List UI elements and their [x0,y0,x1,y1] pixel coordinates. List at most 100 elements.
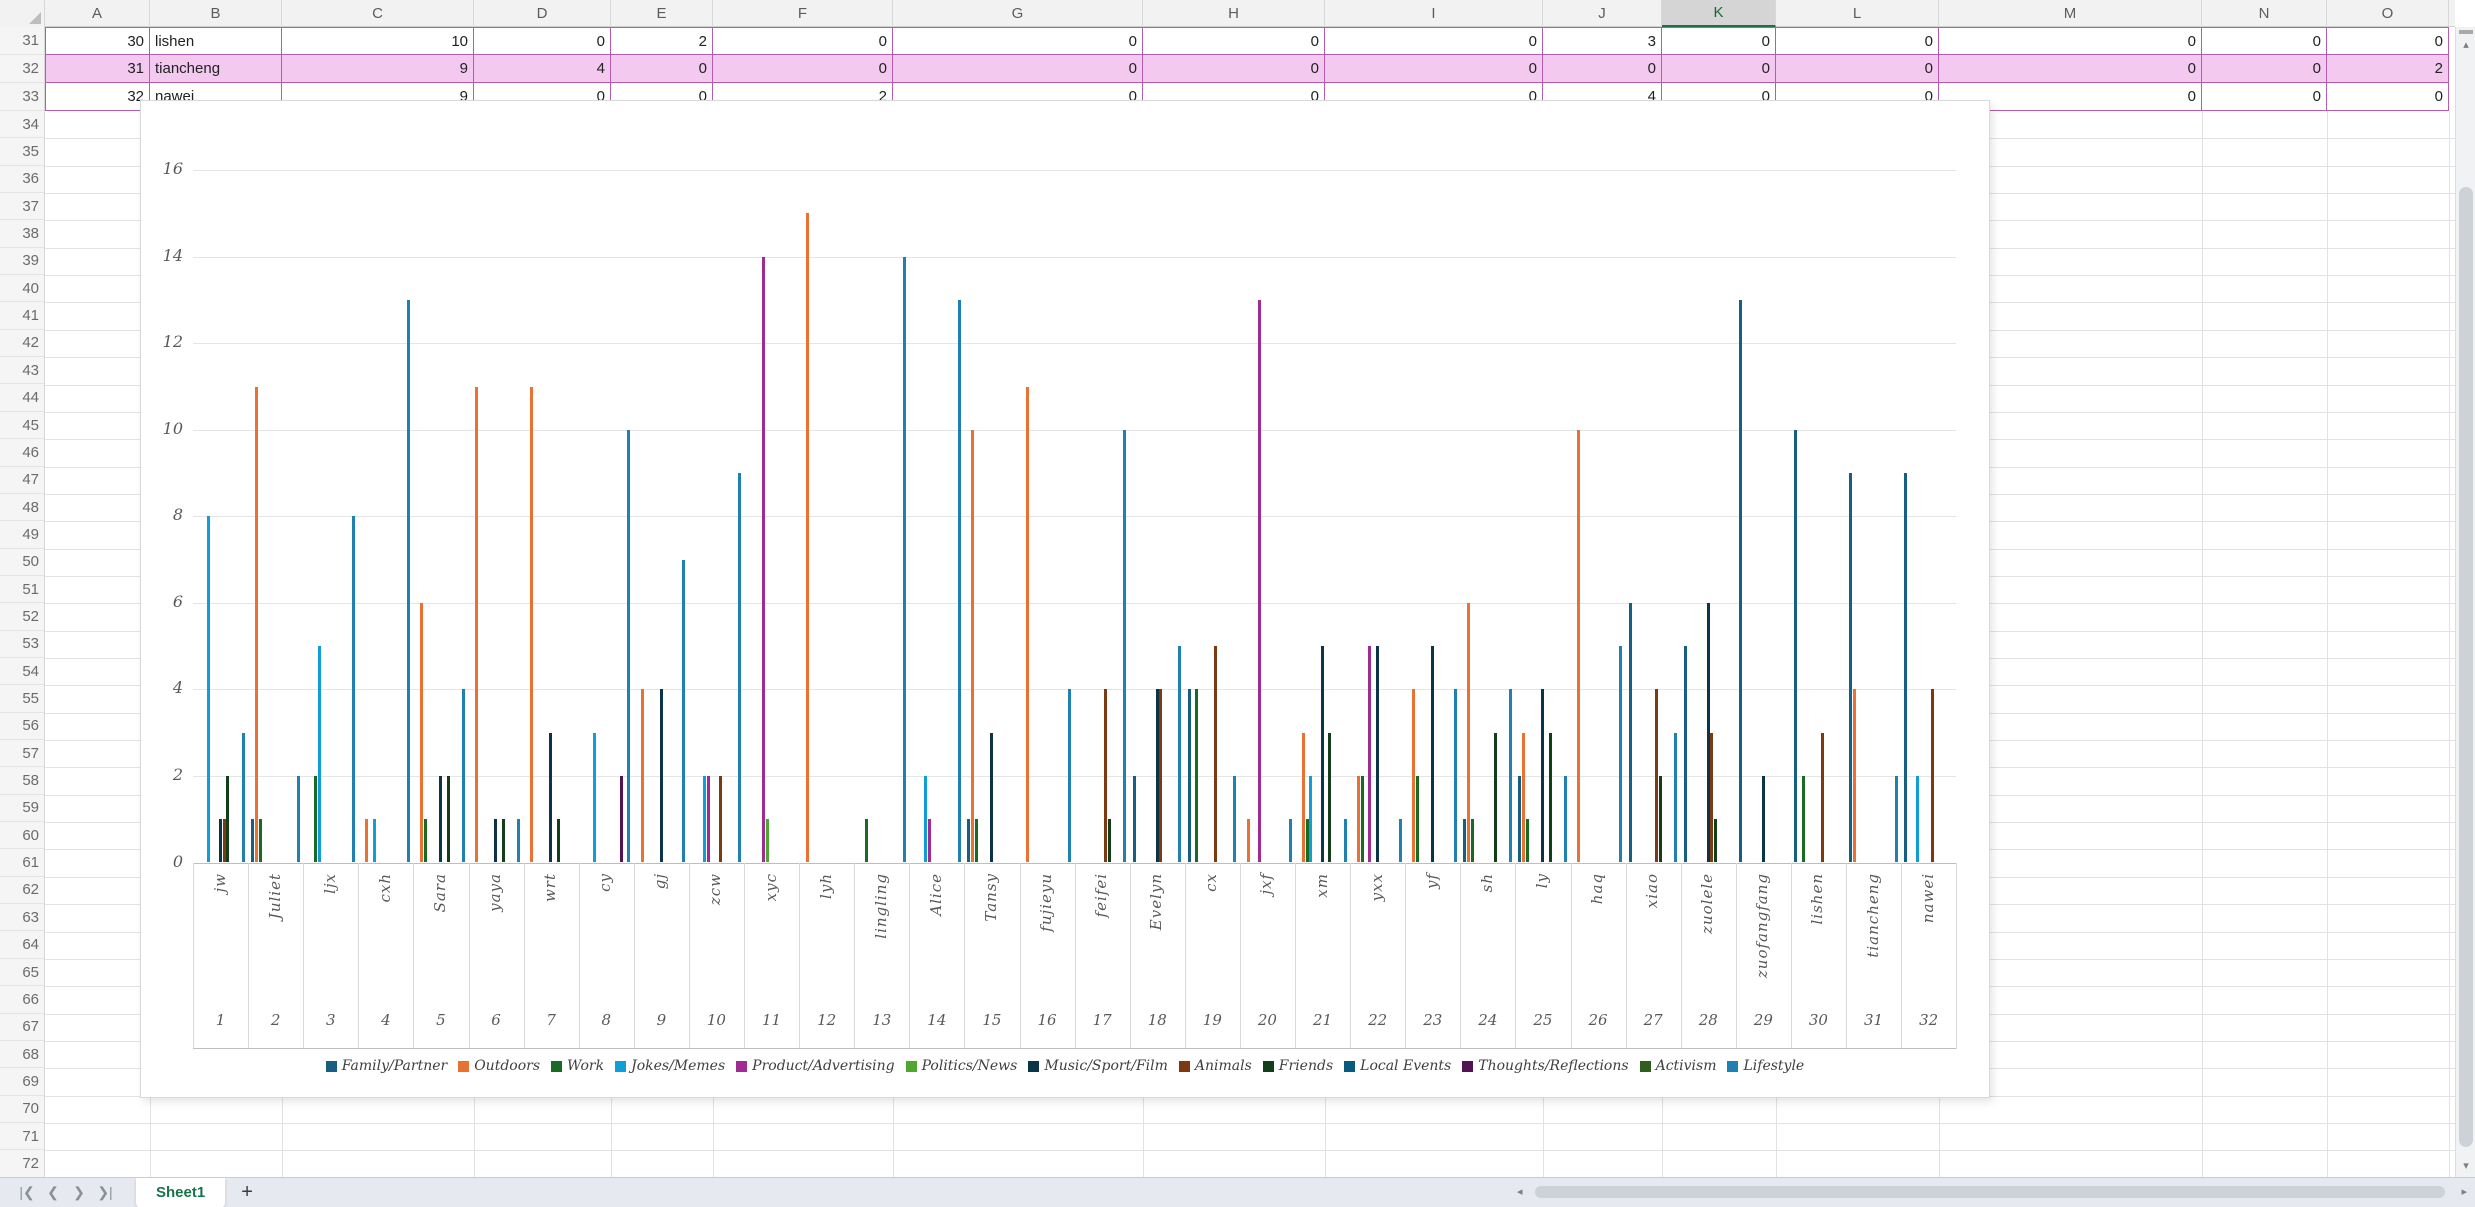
column-header-H[interactable]: H [1143,0,1325,27]
cell-N31[interactable]: 0 [2202,27,2327,55]
bar-Animals-zuolele[interactable] [1710,733,1713,863]
chart-object[interactable]: 0246810121416jw1Juliet2ljx3cxh4Sara5yaya… [140,100,1990,1098]
column-header-M[interactable]: M [1939,0,2202,27]
bar-Outdoors-sh[interactable] [1467,603,1470,863]
legend-item-Friends[interactable]: Friends [1263,1058,1333,1074]
bar-Friends-yaya[interactable] [502,819,505,862]
cell-E31[interactable]: 2 [611,27,713,55]
column-header-F[interactable]: F [713,0,893,27]
scroll-left-icon[interactable]: ◂ [1517,1183,1523,1201]
bar-Lifestyle-yxx[interactable] [1399,819,1402,862]
bar-Family/Partner-xiao[interactable] [1629,603,1632,863]
bar-Family/Partner-tiancheng[interactable] [1849,473,1852,862]
bar-Jokes/Memes-cxh[interactable] [373,819,376,862]
row-header-40[interactable]: 40 [0,275,45,302]
bar-Product/Advertising-jxf[interactable] [1258,300,1261,863]
bar-Work-ly[interactable] [1526,819,1529,862]
bar-Lifestyle-cx[interactable] [1233,776,1236,863]
row-header-52[interactable]: 52 [0,603,45,630]
bar-Lifestyle-Sara[interactable] [462,689,465,862]
bar-Animals-lishen[interactable] [1821,733,1824,863]
sheet-tab-active[interactable]: Sheet1 [136,1178,225,1207]
row-header-49[interactable]: 49 [0,521,45,548]
cell-O31[interactable]: 0 [2327,27,2449,55]
column-header-I[interactable]: I [1325,0,1543,27]
legend-item-Music/Sport/Film[interactable]: Music/Sport/Film [1028,1058,1168,1074]
row-header-62[interactable]: 62 [0,877,45,904]
bar-Animals-zcw[interactable] [719,776,722,863]
bar-Outdoors-xm[interactable] [1302,733,1305,863]
bar-Jokes/Memes-zcw[interactable] [703,776,706,863]
legend-item-Jokes/Memes[interactable]: Jokes/Memes [615,1058,725,1074]
bar-Family/Partner-Tansy[interactable] [967,819,970,862]
bar-Family/Partner-cx[interactable] [1188,689,1191,862]
bar-Outdoors-wrt[interactable] [530,387,533,863]
bar-Jokes/Memes-xm[interactable] [1309,776,1312,863]
bar-Outdoors-haq[interactable] [1577,430,1580,863]
bar-Music/Sport/Film-ly[interactable] [1541,689,1544,862]
bar-Work-sh[interactable] [1471,819,1474,862]
bar-Music/Sport/Film-zuofangfang[interactable] [1762,776,1765,863]
column-header-G[interactable]: G [893,0,1143,27]
column-header-K[interactable]: K [1662,0,1776,27]
column-header-L[interactable]: L [1776,0,1939,27]
bar-Work-Juliet[interactable] [259,819,262,862]
cell-N32[interactable]: 0 [2202,55,2327,83]
row-header-38[interactable]: 38 [0,220,45,247]
bar-Outdoors-lyh[interactable] [806,213,809,862]
row-header-51[interactable]: 51 [0,576,45,603]
row-header-64[interactable]: 64 [0,932,45,959]
row-header-70[interactable]: 70 [0,1096,45,1123]
row-header-33[interactable]: 33 [0,83,45,111]
column-header-E[interactable]: E [611,0,713,27]
bar-Work-cx[interactable] [1195,689,1198,862]
cell-A32[interactable]: 31 [45,55,150,83]
bar-Work-lishen[interactable] [1802,776,1805,863]
bar-Lifestyle-Alice[interactable] [958,300,961,863]
bar-Lifestyle-ly[interactable] [1564,776,1567,863]
bar-Outdoors-fujieyu[interactable] [1026,387,1029,863]
cell-G31[interactable]: 0 [893,27,1143,55]
bar-Family/Partner-Juliet[interactable] [251,819,254,862]
bar-Jokes/Memes-nawei[interactable] [1916,776,1919,863]
bar-Music/Sport/Film-Tansy[interactable] [990,733,993,863]
bar-Product/Advertising-zcw[interactable] [707,776,710,863]
legend-item-Work[interactable]: Work [551,1058,604,1074]
bar-Outdoors-tiancheng[interactable] [1853,689,1856,862]
scroll-right-icon[interactable]: ▸ [2461,1183,2467,1201]
bar-Lifestyle-Juliet[interactable] [297,776,300,863]
bar-Family/Partner-lishen[interactable] [1794,430,1797,863]
bar-Jokes/Memes-Alice[interactable] [924,776,927,863]
row-header-72[interactable]: 72 [0,1150,45,1177]
split-handle-icon[interactable] [2459,30,2473,34]
column-header-B[interactable]: B [150,0,282,27]
vertical-scrollbar[interactable]: ▴ ▾ [2455,27,2475,1177]
row-header-41[interactable]: 41 [0,302,45,329]
bar-Animals-jw[interactable] [223,819,226,862]
bar-Family/Partner-nawei[interactable] [1904,473,1907,862]
row-header-67[interactable]: 67 [0,1014,45,1041]
cell-C31[interactable]: 10 [282,27,474,55]
bar-Work-Tansy[interactable] [975,819,978,862]
bar-Work-lingling[interactable] [865,819,868,862]
row-header-53[interactable]: 53 [0,631,45,658]
bar-Lifestyle-yaya[interactable] [517,819,520,862]
legend-item-Lifestyle[interactable]: Lifestyle [1727,1058,1804,1074]
bar-Outdoors-jxf[interactable] [1247,819,1250,862]
bar-Lifestyle-haq[interactable] [1619,646,1622,862]
row-header-57[interactable]: 57 [0,740,45,767]
bar-Friends-xm[interactable] [1328,733,1331,863]
bar-Music/Sport/Film-Evelyn[interactable] [1156,689,1159,862]
bar-Animals-xiao[interactable] [1655,689,1658,862]
bar-Friends-feifei[interactable] [1108,819,1111,862]
row-header-34[interactable]: 34 [0,111,45,138]
row-header-45[interactable]: 45 [0,412,45,439]
legend-item-Politics/News[interactable]: Politics/News [906,1058,1018,1074]
row-header-32[interactable]: 32 [0,55,45,83]
row-header-54[interactable]: 54 [0,658,45,685]
legend-item-Thoughts/Reflections[interactable]: Thoughts/Reflections [1462,1058,1628,1074]
bar-Lifestyle-tiancheng[interactable] [1895,776,1898,863]
bar-Friends-Sara[interactable] [447,776,450,863]
row-header-50[interactable]: 50 [0,549,45,576]
bar-Lifestyle-Evelyn[interactable] [1178,646,1181,862]
